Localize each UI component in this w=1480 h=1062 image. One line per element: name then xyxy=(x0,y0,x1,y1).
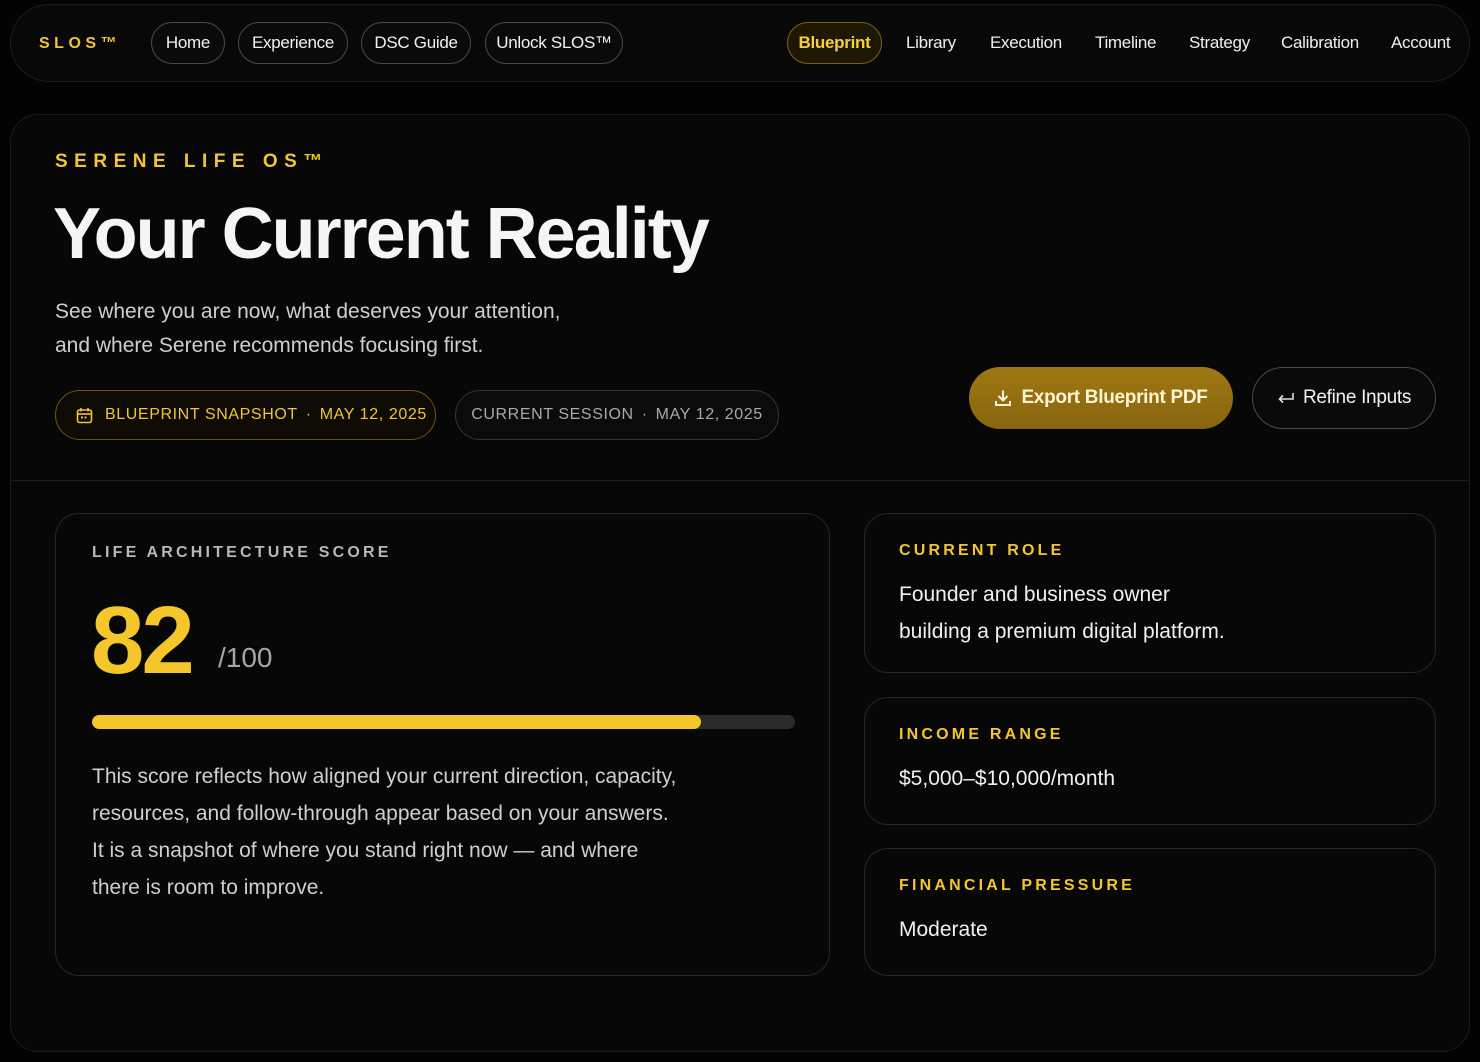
session-label: CURRENT SESSION xyxy=(471,406,634,423)
subtitle-line: and where Serene recommends focusing fir… xyxy=(55,334,484,357)
pressure-label: FINANCIAL PRESSURE xyxy=(899,877,1135,894)
description-line: It is a snapshot of where you stand righ… xyxy=(92,839,639,862)
subtitle-line: See where you are now, what deserves you… xyxy=(55,300,561,323)
score-value: 82 xyxy=(91,587,195,694)
calendar-icon xyxy=(76,407,93,423)
page-subtitle: See where you are now, what deserves you… xyxy=(55,295,615,363)
session-date: MAY 12, 2025 xyxy=(655,406,763,423)
eyebrow-label: SERENE LIFE OS™ xyxy=(55,151,329,172)
nav-unlock-slos[interactable]: Unlock SLOS™ xyxy=(485,22,623,64)
blueprint-panel: SERENE LIFE OS™ Your Current Reality See… xyxy=(10,114,1470,1052)
role-value: Founder and business owner building a pr… xyxy=(899,576,1225,650)
export-button-label: Export Blueprint PDF xyxy=(1021,387,1208,408)
nav-dsc-guide[interactable]: DSC Guide xyxy=(361,22,471,64)
nav-execution[interactable]: Execution xyxy=(990,22,1062,64)
score-description: This score reflects how aligned your cur… xyxy=(92,758,732,906)
income-value: $5,000–$10,000/month xyxy=(899,767,1116,790)
score-progress-fill xyxy=(92,715,701,729)
snapshot-label: BLUEPRINT SNAPSHOT xyxy=(105,406,298,423)
download-icon xyxy=(995,390,1012,406)
score-max: /100 xyxy=(218,642,273,673)
nav-experience[interactable]: Experience xyxy=(238,22,348,64)
nav-blueprint[interactable]: Blueprint xyxy=(787,22,882,64)
description-line: there is room to improve. xyxy=(92,876,325,899)
life-architecture-score-card: LIFE ARCHITECTURE SCORE 82 /100 This sco… xyxy=(55,513,830,976)
pressure-value: Moderate xyxy=(899,918,988,941)
description-line: resources, and follow-through appear bas… xyxy=(92,802,669,825)
page-title: Your Current Reality xyxy=(53,194,710,274)
separator-dot: · xyxy=(305,406,312,423)
role-line: Founder and business owner xyxy=(899,583,1170,606)
nav-timeline[interactable]: Timeline xyxy=(1095,22,1157,64)
top-nav: SLOS™ Home Experience DSC Guide Unlock S… xyxy=(10,4,1470,82)
nav-account[interactable]: Account xyxy=(1391,22,1451,64)
nav-calibration[interactable]: Calibration xyxy=(1281,22,1359,64)
financial-pressure-card: FINANCIAL PRESSURE Moderate xyxy=(864,848,1436,976)
refine-inputs-button[interactable]: Refine Inputs xyxy=(1252,367,1436,429)
role-line: building a premium digital platform. xyxy=(899,620,1225,643)
section-divider xyxy=(11,480,1469,481)
income-label: INCOME RANGE xyxy=(899,726,1064,743)
snapshot-date: MAY 12, 2025 xyxy=(319,406,427,423)
separator-dot: · xyxy=(641,406,648,423)
brand-logo[interactable]: SLOS™ xyxy=(39,5,121,83)
description-line: This score reflects how aligned your cur… xyxy=(92,765,677,788)
nav-home[interactable]: Home xyxy=(151,22,225,64)
refine-button-label: Refine Inputs xyxy=(1302,387,1412,408)
current-role-card: CURRENT ROLE Founder and business owner … xyxy=(864,513,1436,673)
score-progress-bar xyxy=(92,715,795,729)
blueprint-snapshot-chip[interactable]: BLUEPRINT SNAPSHOT · MAY 12, 2025 xyxy=(55,390,436,440)
export-blueprint-pdf-button[interactable]: Export Blueprint PDF xyxy=(969,367,1233,429)
score-label: LIFE ARCHITECTURE SCORE xyxy=(92,544,392,561)
role-label: CURRENT ROLE xyxy=(899,542,1065,559)
nav-strategy[interactable]: Strategy xyxy=(1189,22,1250,64)
return-arrow-icon xyxy=(1278,393,1294,404)
current-session-chip: CURRENT SESSION · MAY 12, 2025 xyxy=(455,390,779,440)
income-range-card: INCOME RANGE $5,000–$10,000/month xyxy=(864,697,1436,825)
nav-library[interactable]: Library xyxy=(906,22,956,64)
